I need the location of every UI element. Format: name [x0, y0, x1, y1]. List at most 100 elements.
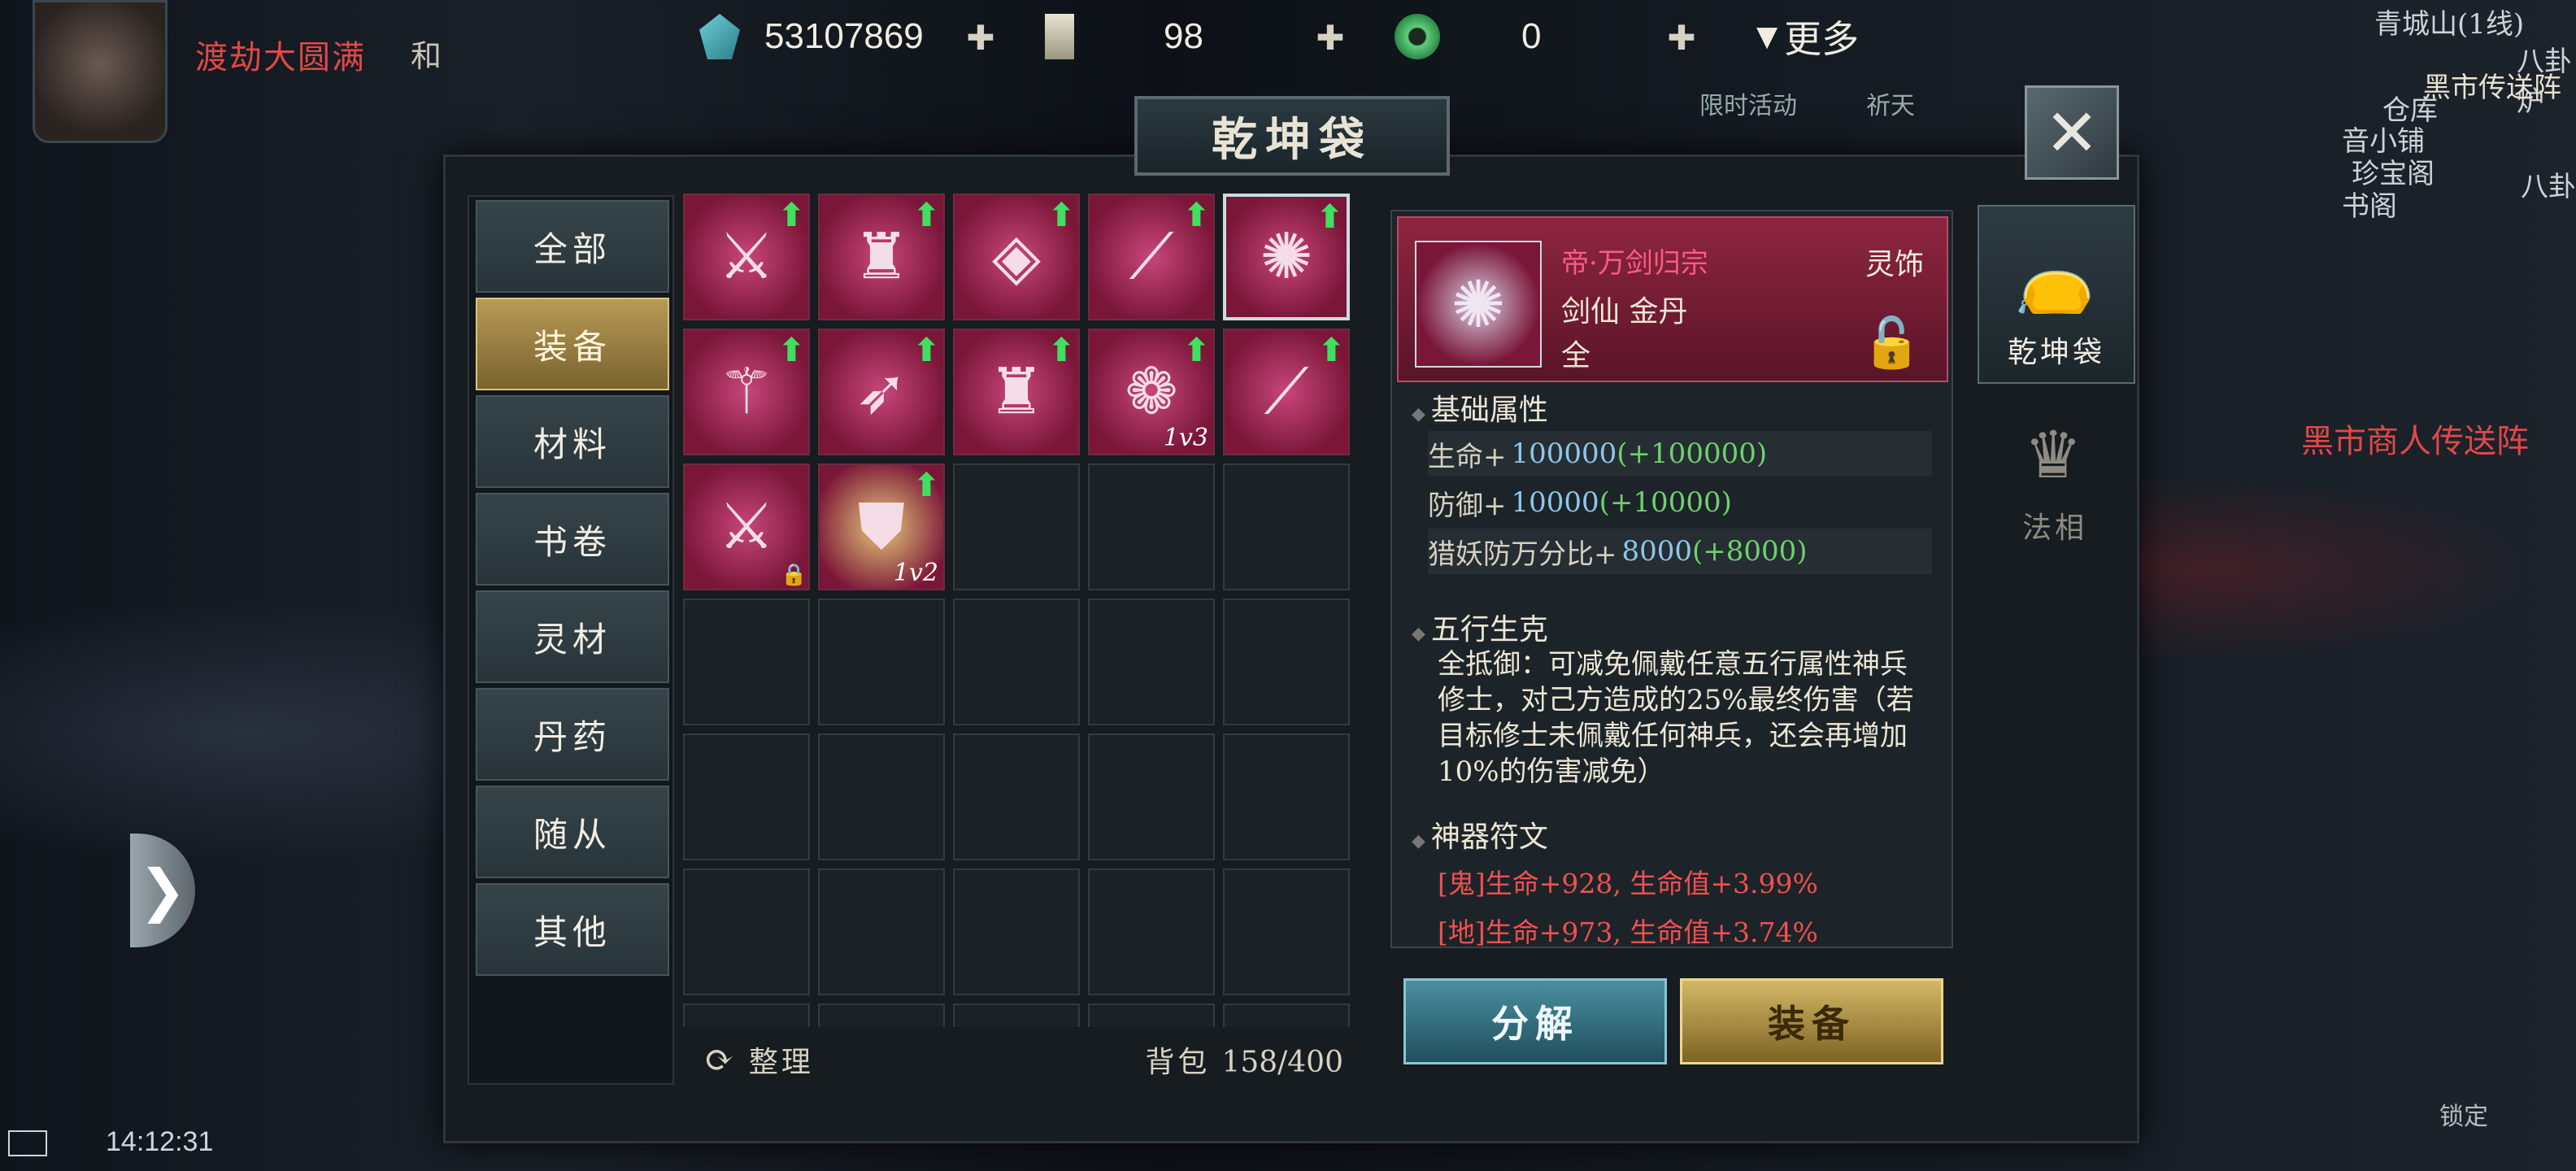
player-mode-toggle[interactable]: 和 — [411, 31, 442, 76]
item-type: 灵饰 — [1865, 248, 1924, 281]
upgrade-arrow-icon: ⬆ — [912, 467, 940, 504]
empty-slot[interactable] — [818, 1003, 945, 1027]
category-equipment[interactable]: 装备 — [476, 298, 669, 390]
tab-bag[interactable]: 👝 乾坤袋 — [1978, 205, 2135, 384]
empty-slot[interactable] — [953, 734, 1080, 860]
stat-row: 猎妖防万分比+ 8000 (+8000) — [1428, 529, 1932, 574]
upgrade-arrow-icon: ⬆ — [1182, 332, 1210, 369]
chevron-right-icon: ❯ — [138, 857, 187, 924]
currency-value: 53107869 — [764, 16, 924, 56]
pray-label[interactable]: 祈天 — [1866, 85, 1915, 121]
inventory-grid: ⚔ ⬆ ♜ ⬆ ◈ ⬆ ⟋ ⬆ ✺ ⬆ ⚚ ⬆ ➶ ⬆ ♜ ⬆ ❁ ⬆ 1v3 ⟋ ⬆ ⚔ 🔒 ⛊ ⬆ 1v2 — [683, 194, 1358, 1027]
category-others[interactable]: 其他 — [476, 883, 669, 976]
empty-slot[interactable] — [683, 868, 810, 995]
empty-slot[interactable] — [1223, 868, 1350, 995]
inventory-item-slot[interactable]: ⛊ ⬆ 1v2 — [818, 464, 945, 590]
jade-coin-icon — [1395, 14, 1440, 59]
category-materials[interactable]: 材料 — [476, 395, 669, 488]
empty-slot[interactable] — [683, 1003, 810, 1027]
empty-slot[interactable] — [1088, 868, 1215, 995]
inventory-footer: ⟳ 整理 背包 158/400 — [683, 1031, 1358, 1088]
close-button[interactable]: ✕ — [2025, 85, 2119, 180]
currency-value: 0 — [1521, 16, 1542, 56]
close-icon: ✕ — [2044, 94, 2100, 171]
stat-row: 防御+ 10000 (+10000) — [1428, 486, 1732, 522]
black-market-teleport-label[interactable]: 黑市商人传送阵 — [2301, 415, 2529, 462]
empty-slot[interactable] — [1088, 1003, 1215, 1027]
empty-slot[interactable] — [1088, 464, 1215, 590]
lock-icon: 🔒 — [781, 563, 807, 587]
unlock-icon[interactable]: 🔓 — [1861, 314, 1922, 372]
empty-slot[interactable] — [818, 868, 945, 995]
inventory-item-slot[interactable]: ✺ ⬆ — [1223, 194, 1350, 320]
wuxing-description: 全抵御：可减免佩戴任意五行属性神兵修士，对己方造成的25%最终伤害（若目标修士未… — [1438, 648, 1914, 788]
rune-line: [地]生命+973, 生命值+3.74% — [1438, 916, 1818, 948]
empty-slot[interactable] — [818, 734, 945, 860]
upgrade-arrow-icon: ⬆ — [1182, 197, 1210, 234]
scroll-icon — [1045, 14, 1074, 59]
bag-icon: 👝 — [2014, 241, 2099, 316]
item-name: 帝·万剑归宗 — [1561, 247, 1708, 280]
inventory-item-slot[interactable]: ♜ ⬆ — [818, 194, 945, 320]
category-list: 全部 装备 材料 书卷 灵材 丹药 随从 其他 — [468, 195, 674, 1085]
refresh-icon: ⟳ — [704, 1038, 734, 1081]
sort-button[interactable]: ⟳ 整理 — [704, 1038, 814, 1081]
inventory-item-slot[interactable]: ⚚ ⬆ — [683, 329, 810, 455]
bag-capacity: 背包 158/400 — [1145, 1046, 1343, 1079]
currency-value: 98 — [1164, 16, 1203, 56]
equip-button[interactable]: 装备 — [1680, 978, 1943, 1064]
empty-slot[interactable] — [1223, 734, 1350, 860]
empty-slot[interactable] — [1223, 599, 1350, 725]
category-scrolls[interactable]: 书卷 — [476, 493, 669, 586]
lock-target-label[interactable]: 锁定 — [2439, 1096, 2488, 1132]
empty-slot[interactable] — [683, 599, 810, 725]
inventory-item-slot[interactable]: ⟋ ⬆ — [1088, 194, 1215, 320]
inventory-item-slot[interactable]: ⚔ ⬆ — [683, 194, 810, 320]
base-attributes-title: ◆ 基础属性 — [1412, 394, 1548, 427]
inventory-item-slot[interactable]: ◈ ⬆ — [953, 194, 1080, 320]
inventory-item-slot[interactable]: ➶ ⬆ — [818, 329, 945, 455]
empty-slot[interactable] — [953, 868, 1080, 995]
category-followers[interactable]: 随从 — [476, 786, 669, 878]
window-title: 乾坤袋 — [1134, 96, 1450, 176]
inventory-item-slot[interactable]: ⚔ 🔒 — [683, 464, 810, 590]
category-all[interactable]: 全部 — [476, 200, 669, 293]
player-avatar[interactable] — [33, 0, 168, 143]
add-jade-coin-button[interactable]: ✚ — [1662, 18, 1701, 58]
chevron-down-icon: ▼ — [1756, 20, 1778, 53]
empty-slot[interactable] — [953, 1003, 1080, 1027]
item-element: 全 — [1561, 339, 1591, 372]
upgrade-arrow-icon: ⬆ — [1316, 198, 1343, 236]
empty-slot[interactable] — [953, 464, 1080, 590]
more-menu-button[interactable]: ▼ 更多 — [1756, 10, 1859, 63]
category-pills[interactable]: 丹药 — [476, 688, 669, 781]
upgrade-arrow-icon: ⬆ — [777, 197, 805, 234]
category-spirit-materials[interactable]: 灵材 — [476, 590, 669, 683]
add-scroll-button[interactable]: ✚ — [1311, 18, 1350, 58]
empty-slot[interactable] — [1088, 734, 1215, 860]
inventory-item-slot[interactable]: ⟋ ⬆ — [1223, 329, 1350, 455]
rune-line: [鬼]生命+928, 生命值+3.99% — [1438, 868, 1818, 899]
upgrade-arrow-icon: ⬆ — [1047, 197, 1075, 234]
item-count: 1v3 — [1163, 424, 1208, 452]
item-detail-header: ✺ 帝·万剑归宗 灵饰 剑仙 金丹 全 🔓 — [1397, 216, 1948, 382]
empty-slot[interactable] — [1088, 599, 1215, 725]
map-label: 八卦 — [2521, 171, 2576, 203]
empty-slot[interactable] — [1223, 464, 1350, 590]
tab-dharma-form[interactable]: ♛ 法相 — [1978, 382, 2132, 558]
currency-jade-coin: 0 — [1395, 8, 1541, 65]
inventory-item-slot[interactable]: ♜ ⬆ — [953, 329, 1080, 455]
add-spirit-stone-button[interactable]: ✚ — [961, 18, 1000, 58]
player-realm: 渡劫大圆满 — [195, 39, 366, 76]
inventory-item-slot[interactable]: ❁ ⬆ 1v3 — [1088, 329, 1215, 455]
empty-slot[interactable] — [683, 734, 810, 860]
empty-slot[interactable] — [1223, 1003, 1350, 1027]
wuxing-title: ◆ 五行生克 — [1412, 613, 1548, 646]
map-location[interactable]: 青城山(1线) — [2374, 2, 2524, 41]
empty-slot[interactable] — [818, 599, 945, 725]
empty-slot[interactable] — [953, 599, 1080, 725]
limited-event-label[interactable]: 限时活动 — [1699, 85, 1797, 121]
currency-scroll: 98 — [1045, 8, 1203, 65]
upgrade-arrow-icon: ⬆ — [912, 197, 940, 234]
decompose-button[interactable]: 分解 — [1403, 978, 1667, 1064]
